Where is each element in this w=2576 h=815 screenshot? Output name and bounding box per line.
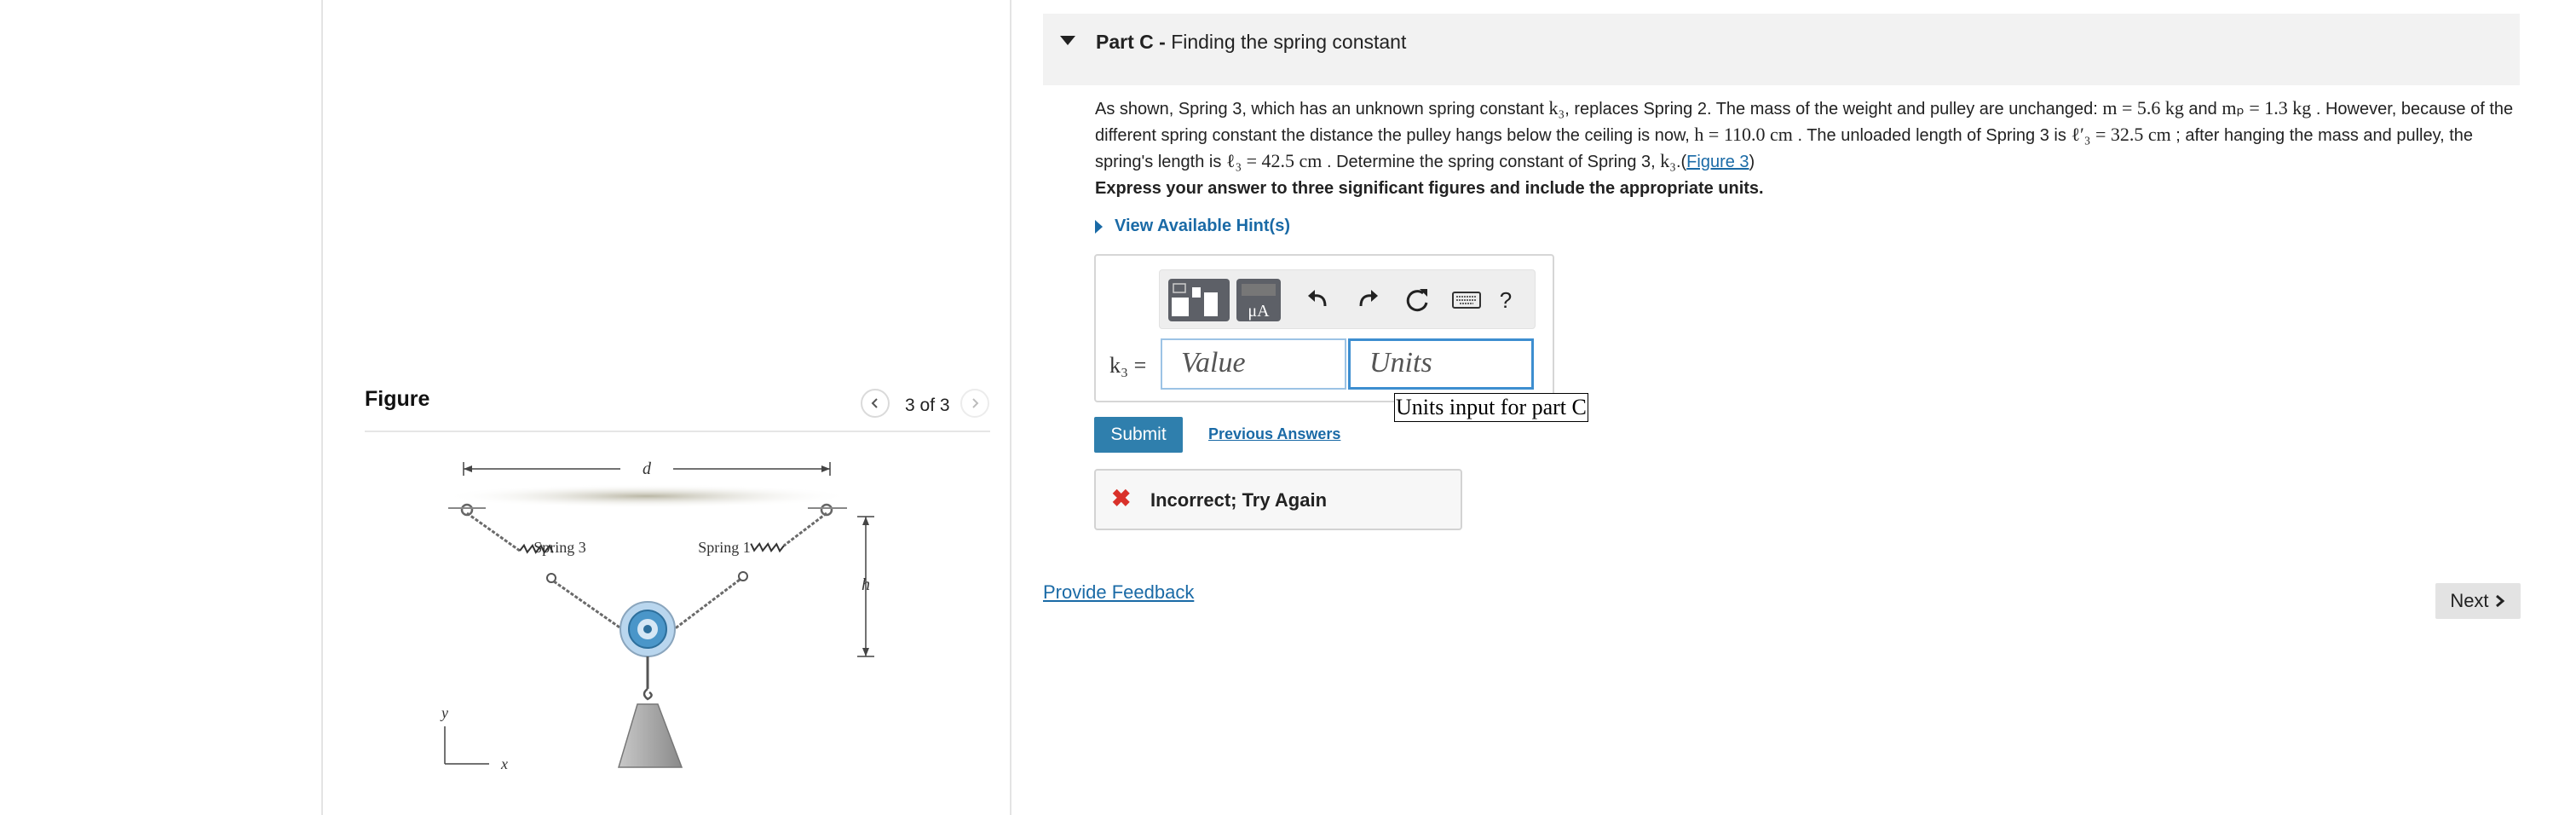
units-input[interactable]: Units (1348, 338, 1534, 390)
ceiling (442, 484, 851, 508)
provide-feedback-link[interactable]: Provide Feedback (1043, 581, 1194, 604)
previous-figure-button[interactable] (861, 389, 890, 418)
next-button[interactable]: Next (2435, 583, 2521, 619)
k3-variable-label: k₃ = (1109, 353, 1147, 378)
chevron-right-icon (972, 398, 979, 408)
label-spring-3: Spring 3 (533, 539, 586, 556)
triangle-down-icon[interactable] (1060, 36, 1075, 45)
label-d: d (643, 460, 652, 478)
axis-x-label: x (500, 755, 508, 772)
previous-answers-link[interactable]: Previous Answers (1208, 425, 1340, 443)
part-title: Part C - Finding the spring constant (1096, 31, 1407, 53)
chevron-left-icon (871, 398, 878, 408)
next-figure-button[interactable] (960, 389, 989, 418)
dimension-h: h (857, 516, 874, 657)
submit-button[interactable]: Submit (1094, 417, 1183, 453)
svg-text:μA: μA (1248, 302, 1270, 321)
dimension-d: d (463, 460, 831, 478)
figure-divider (365, 431, 990, 432)
x-icon: ✖ (1111, 485, 1132, 512)
part-header[interactable]: Part C - Finding the spring constant (1043, 14, 2520, 85)
units-tooltip: Units input for part C (1394, 393, 1588, 422)
axes-indicator: y x (440, 704, 508, 772)
axis-y-label: y (440, 704, 448, 721)
reset-icon[interactable] (1395, 279, 1439, 321)
triangle-right-icon (1095, 219, 1103, 234)
units-icon[interactable]: μA (1236, 279, 1281, 321)
undo-icon[interactable] (1296, 279, 1340, 321)
spring-pulley-diagram: d Spring 3 Spring 1 h y x (440, 460, 874, 772)
figure-title: Figure (365, 387, 430, 411)
figure-counter: 3 of 3 (905, 396, 950, 415)
label-h: h (862, 575, 870, 594)
answer-instruction: Express your answer to three significant… (1095, 179, 1764, 198)
next-label: Next (2450, 590, 2489, 611)
left-panel-divider (321, 0, 323, 815)
feedback-message: Incorrect; Try Again (1150, 489, 1328, 511)
figure-3-link[interactable]: Figure 3 (1686, 153, 1749, 171)
value-input[interactable]: Value (1161, 338, 1346, 390)
center-panel-divider (1010, 0, 1011, 815)
problem-statement: As shown, Spring 3, which has an unknown… (1095, 97, 2514, 171)
math-toolbar: μA ? (1159, 269, 1536, 329)
spring-1 (750, 541, 785, 553)
templates-icon[interactable] (1168, 279, 1230, 321)
view-hints-link[interactable]: View Available Hint(s) (1095, 217, 1290, 236)
weight (617, 703, 683, 768)
label-spring-1: Spring 1 (698, 539, 751, 556)
keyboard-icon[interactable] (1444, 279, 1489, 321)
help-button[interactable]: ? (1487, 279, 1524, 321)
redo-icon[interactable] (1346, 279, 1390, 321)
chevron-right-icon (2495, 594, 2504, 608)
feedback-box: ✖ Incorrect; Try Again (1094, 469, 1462, 530)
view-hints-label: View Available Hint(s) (1115, 217, 1290, 235)
pulley (620, 601, 676, 657)
